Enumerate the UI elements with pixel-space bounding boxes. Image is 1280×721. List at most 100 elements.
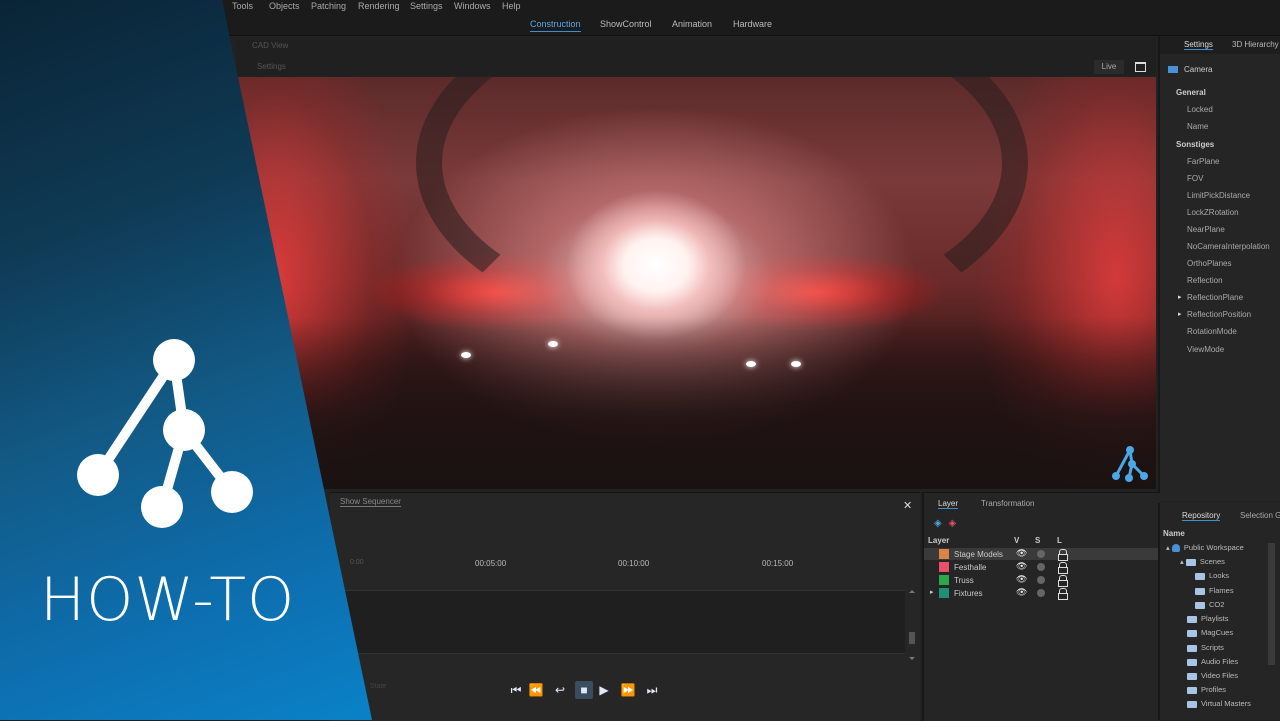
timeline-track[interactable] (335, 590, 905, 654)
prop-rotationmode[interactable]: RotationMode (1187, 327, 1237, 336)
expand-arrow-icon[interactable]: ▸ (1178, 310, 1182, 318)
repo-item-flames[interactable]: Flames (1195, 586, 1234, 595)
timeline-scrollbar[interactable] (908, 590, 916, 660)
repo-item-label: CO2 (1209, 600, 1225, 609)
layer-row[interactable]: Stage Models 👁 (924, 548, 1158, 561)
repo-item-public-workspace[interactable]: ▴ Public Workspace (1166, 543, 1244, 553)
skip-forward-icon[interactable]: ⏭ (643, 681, 661, 699)
tab-layer[interactable]: Layer (938, 499, 959, 509)
menu-tools[interactable]: Tools (232, 1, 253, 11)
eye-icon[interactable]: 👁 (1016, 587, 1027, 598)
tab-show-sequencer[interactable]: Show Sequencer (340, 497, 401, 507)
prop-reflectionposition[interactable]: ▸ ReflectionPosition (1178, 310, 1251, 319)
solo-icon[interactable] (1037, 563, 1045, 571)
repo-item-virtual-masters[interactable]: Virtual Masters (1187, 699, 1251, 708)
menu-settings[interactable]: Settings (410, 1, 443, 11)
layer-row[interactable]: Truss 👁 (924, 574, 1158, 587)
layer-color-swatch (939, 549, 949, 559)
menu-windows[interactable]: Windows (454, 1, 491, 11)
add-layer-icon[interactable]: ◈ (934, 518, 942, 529)
viewport-settings[interactable]: Settings (257, 62, 286, 71)
solo-icon[interactable] (1037, 589, 1045, 597)
prop-viewmode[interactable]: ViewMode (1187, 345, 1224, 354)
tab-settings[interactable]: Settings (1184, 40, 1213, 50)
repository-scrollbar[interactable] (1268, 543, 1275, 665)
fast-forward-icon[interactable]: ⏩ (619, 681, 637, 699)
person-icon (1171, 544, 1180, 553)
solo-icon[interactable] (1037, 550, 1045, 558)
loop-icon[interactable]: ↩ (551, 681, 569, 699)
tab-repository[interactable]: Repository (1182, 511, 1221, 521)
maximize-icon[interactable] (1135, 62, 1146, 72)
tab-construction[interactable]: Construction (530, 19, 581, 32)
prop-fov[interactable]: FOV (1187, 174, 1203, 183)
tab-3d-hierarchy[interactable]: 3D Hierarchy (1232, 40, 1279, 49)
floor-light (746, 361, 756, 367)
prop-reflectionplane[interactable]: ▸ ReflectionPlane (1178, 293, 1243, 302)
stage-arch (416, 77, 1028, 339)
stop-icon[interactable]: ■ (575, 681, 593, 699)
tab-showcontrol[interactable]: ShowControl (600, 19, 652, 29)
prop-limitpickdistance[interactable]: LimitPickDistance (1187, 191, 1250, 200)
remove-layer-icon[interactable]: ◈ (948, 518, 956, 529)
lock-icon[interactable] (1058, 575, 1068, 587)
prop-nearplane[interactable]: NearPlane (1187, 225, 1225, 234)
lock-icon[interactable] (1058, 549, 1068, 561)
lock-icon[interactable] (1058, 562, 1068, 574)
group-general[interactable]: General (1176, 88, 1206, 97)
repository-name-header: Name (1163, 529, 1185, 538)
play-icon[interactable]: ▶ (595, 681, 613, 699)
tab-hardware[interactable]: Hardware (733, 19, 772, 29)
prop-reflection[interactable]: Reflection (1187, 276, 1223, 285)
layer-header: Layer V S L (928, 536, 1158, 545)
prop-name[interactable]: Name (1187, 122, 1208, 131)
repo-item-magcues[interactable]: MagCues (1187, 628, 1233, 637)
repo-item-scripts[interactable]: Scripts (1187, 643, 1224, 652)
lock-icon[interactable] (1058, 588, 1068, 600)
solo-icon[interactable] (1037, 576, 1045, 584)
prop-farplane[interactable]: FarPlane (1187, 157, 1219, 166)
repo-item-scenes[interactable]: ▴ Scenes (1180, 557, 1225, 566)
menu-patching[interactable]: Patching (311, 1, 346, 11)
tab-animation[interactable]: Animation (672, 19, 712, 29)
prop-locked[interactable]: Locked (1187, 105, 1213, 114)
menu-rendering[interactable]: Rendering (358, 1, 400, 11)
repo-item-video-files[interactable]: Video Files (1187, 671, 1238, 680)
tab-selection-groups[interactable]: Selection G (1240, 511, 1280, 520)
repo-item-playlists[interactable]: Playlists (1187, 614, 1229, 623)
repo-item-audio-files[interactable]: Audio Files (1187, 657, 1238, 666)
folder-icon (1187, 629, 1197, 637)
prop-orthoplanes[interactable]: OrthoPlanes (1187, 259, 1231, 268)
rewind-icon[interactable]: ⏪ (527, 681, 545, 699)
repo-item-profiles[interactable]: Profiles (1187, 685, 1226, 694)
prop-lockzrotation[interactable]: LockZRotation (1187, 208, 1239, 217)
state-label: State (370, 683, 387, 690)
skip-back-icon[interactable]: ⏮ (507, 681, 525, 699)
eye-icon[interactable]: 👁 (1016, 574, 1027, 585)
folder-icon (1187, 615, 1197, 623)
prop-nocamerainterpolation[interactable]: NoCameraInterpolation (1187, 242, 1270, 251)
expand-arrow-icon[interactable]: ▸ (930, 588, 934, 596)
repo-item-label: Virtual Masters (1201, 699, 1251, 708)
live-button[interactable]: Live (1094, 60, 1124, 74)
close-icon[interactable]: ✕ (903, 499, 912, 512)
expand-arrow-icon[interactable]: ▸ (1178, 293, 1182, 301)
eye-icon[interactable]: 👁 (1016, 561, 1027, 572)
layer-row[interactable]: ▸ Fixtures 👁 (924, 587, 1158, 600)
timeline-tick: 00:15:00 (762, 559, 794, 568)
repo-item-label: Flames (1209, 586, 1234, 595)
timeline-ruler[interactable]: 00:05:00 00:10:00 00:15:00 (330, 551, 910, 591)
tab-transformation[interactable]: Transformation (981, 499, 1035, 508)
folder-icon (1187, 672, 1197, 680)
menu-objects[interactable]: Objects (269, 1, 300, 11)
menu-help[interactable]: Help (502, 1, 521, 11)
settings-panel: Settings 3D Hierarchy Camera General Loc… (1158, 36, 1280, 501)
repo-item-co2[interactable]: CO2 (1195, 600, 1224, 609)
repo-item-looks[interactable]: Looks (1195, 571, 1229, 580)
layer-row[interactable]: Festhalle 👁 (924, 561, 1158, 574)
group-sonstiges[interactable]: Sonstiges (1176, 140, 1214, 149)
eye-icon[interactable]: 👁 (1016, 548, 1027, 559)
3d-viewport[interactable] (236, 77, 1156, 489)
repo-item-label: Profiles (1201, 685, 1227, 694)
timeline-tick: 00:10:00 (618, 559, 650, 568)
